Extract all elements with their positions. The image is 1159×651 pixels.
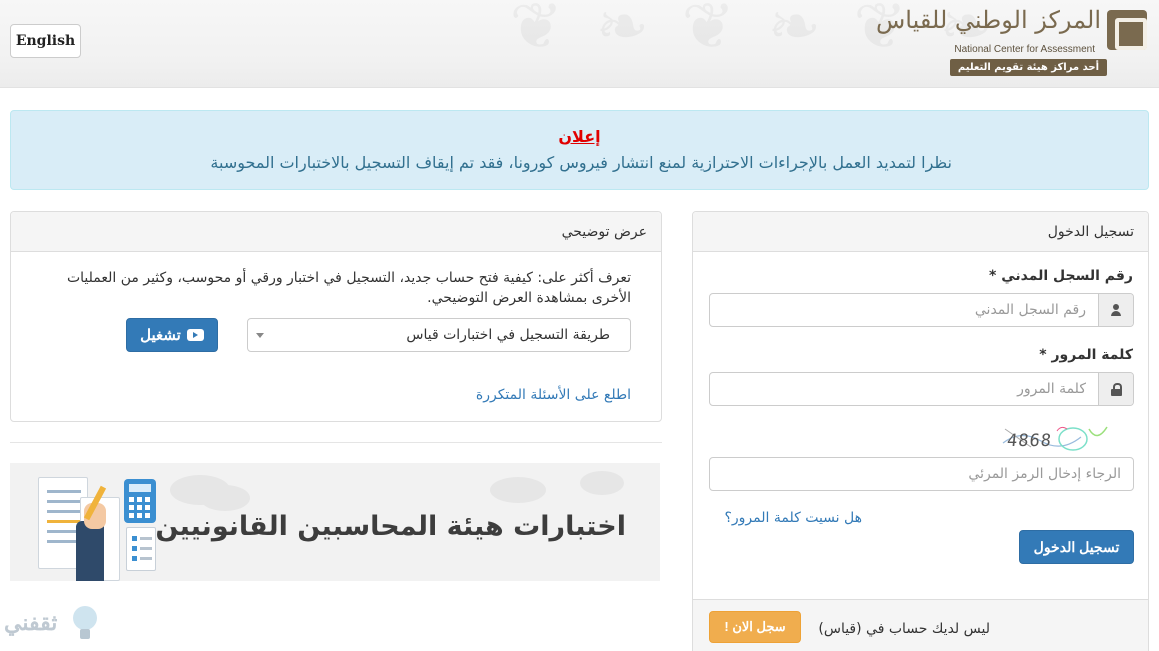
forgot-password-link[interactable]: هل نسيت كلمة المرور؟ [724,510,862,526]
watermark-text: ثقفني [4,610,58,636]
demo-video-select[interactable]: طريقة التسجيل في اختبارات قياس [247,318,631,352]
login-button[interactable]: تسجيل الدخول [1019,530,1134,564]
password-addon [1098,373,1133,405]
announcement-title: إعلان [558,127,601,146]
banner-title: اختبارات هيئة المحاسبين القانونيين [155,511,626,542]
site-header: ❦ ❧ ❦ ❧ ❦ ❧ English المركز الوطني للقياس… [0,0,1159,88]
demo-panel: عرض توضيحي تعرف أكثر على: كيفية فتح حساب… [10,211,662,422]
arm-illustration [76,521,104,581]
english-language-button[interactable]: English [10,24,81,58]
no-account-text: ليس لديك حساب في (قياس) [818,621,990,637]
play-demo-button[interactable]: تشغيل [126,318,218,352]
clipboard-icon [126,527,156,571]
youtube-play-icon [186,329,204,341]
cloud-decoration [200,485,250,511]
user-icon [1110,304,1122,316]
national-id-addon [1098,294,1133,326]
demo-description: تعرف أكثر على: كيفية فتح حساب جديد، التس… [66,270,631,306]
lock-icon [1110,382,1122,396]
calculator-icon [124,479,156,523]
faq-link[interactable]: اطلع على الأسئلة المتكررة [476,387,631,403]
captcha-input[interactable] [709,457,1134,491]
national-id-input-group [709,293,1134,327]
lightbulb-icon [70,604,100,642]
demo-select-value: طريقة التسجيل في اختبارات قياس [406,327,610,343]
logo-tagline: أحد مراكز هيئة تقويم التعليم [949,59,1107,76]
logo-english-name: National Center for Assessment [954,44,1095,55]
demo-panel-heading: عرض توضيحي [11,212,661,252]
login-panel-footer: ليس لديك حساب في (قياس) سجل الان ! [693,599,1148,651]
section-divider [10,442,662,443]
play-button-label: تشغيل [140,327,181,344]
register-now-button[interactable]: سجل الان ! [709,611,801,643]
login-panel: تسجيل الدخول رقم السجل المدني * كلمة الم… [692,211,1149,651]
password-label: كلمة المرور * [1039,347,1133,363]
password-input-group [709,372,1134,406]
password-input[interactable] [710,373,1098,405]
logo-mark-icon [1107,10,1147,50]
site-watermark: ثقفني [4,604,100,648]
announcement-text: نظرا لتمديد العمل بالإجراءات الاحترازية … [210,153,952,172]
captcha-code: 4868 [1005,431,1054,451]
national-id-input[interactable] [710,294,1098,326]
site-logo[interactable]: المركز الوطني للقياس National Center for… [876,4,1147,76]
logo-arabic-name: المركز الوطني للقياس [876,6,1101,34]
national-id-label: رقم السجل المدني * [989,268,1133,284]
announcement-alert: إعلان نظرا لتمديد العمل بالإجراءات الاحت… [10,110,1149,190]
captcha-image: 4868 [1001,421,1113,455]
caret-down-icon [256,333,264,338]
cloud-decoration [490,477,546,503]
login-panel-heading: تسجيل الدخول [693,212,1148,252]
cloud-decoration [580,471,624,495]
accountants-exam-banner[interactable]: اختبارات هيئة المحاسبين القانونيين [10,463,660,581]
